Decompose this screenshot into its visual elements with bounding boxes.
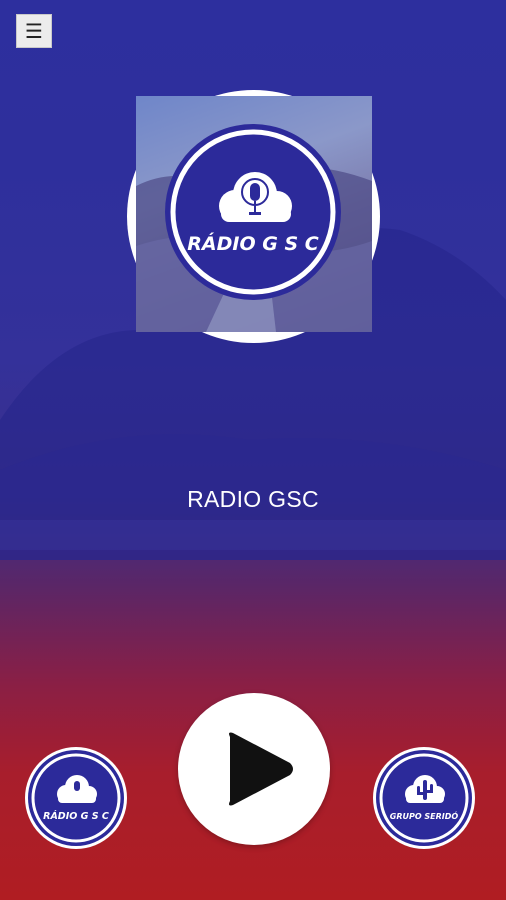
logo-mini-left-text: RÁDIO G S C — [43, 810, 109, 822]
play-button[interactable] — [178, 693, 330, 845]
grupo-serido-mini-logo[interactable]: GRUPO SERIDÓ — [372, 746, 476, 850]
play-icon — [229, 732, 293, 806]
logo-main-text: RÁDIO G S C — [187, 232, 318, 255]
radio-gsc-mini-logo[interactable]: RÁDIO G S C — [24, 746, 128, 850]
station-name: RADIO GSC — [187, 486, 319, 512]
radio-gsc-logo: RÁDIO G S C — [165, 124, 341, 300]
hamburger-menu-icon: ☰ — [25, 19, 43, 43]
menu-button[interactable]: ☰ — [16, 14, 52, 48]
logo-mini-right-text: GRUPO SERIDÓ — [390, 810, 459, 821]
